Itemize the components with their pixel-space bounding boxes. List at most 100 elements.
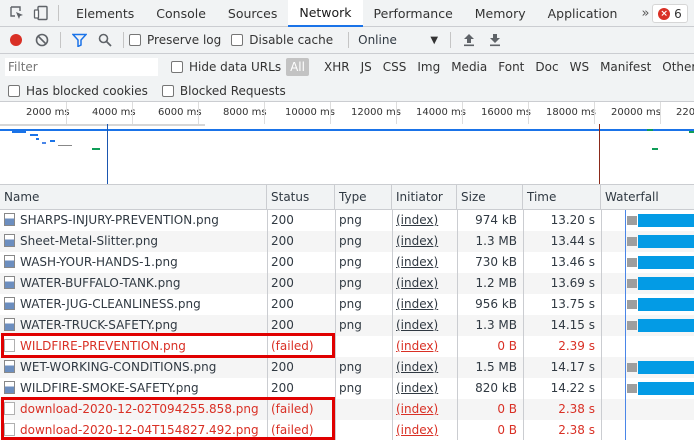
initiator-text[interactable]: (index) — [396, 318, 438, 332]
initiator-text[interactable]: (index) — [396, 276, 438, 290]
export-har-button[interactable] — [482, 27, 508, 53]
cell-name[interactable]: WATER-BUFFALO-TANK.png — [0, 273, 267, 294]
type-filter-js[interactable]: JS — [357, 58, 376, 76]
table-row[interactable]: WILDFIRE-SMOKE-SAFETY.png 200 png (index) 82… — [0, 378, 694, 399]
search-button[interactable] — [92, 27, 118, 53]
cell-name[interactable]: download-2020-12-02T094255.858.png — [0, 399, 267, 420]
cell-initiator[interactable]: (index) — [392, 210, 457, 231]
table-row[interactable]: SHARPS-INJURY-PREVENTION.png 200 png (index… — [0, 210, 694, 231]
error-count-badge[interactable]: × 6 — [652, 4, 688, 23]
tab-sources[interactable]: Sources — [217, 0, 288, 27]
type-filter-css[interactable]: CSS — [379, 58, 411, 76]
cell-name[interactable]: WATER-JUG-CLEANLINESS.png — [0, 294, 267, 315]
tab-performance[interactable]: Performance — [363, 0, 464, 27]
cell-initiator[interactable]: (index) — [392, 378, 457, 399]
type-filter-img[interactable]: Img — [413, 58, 444, 76]
cell-waterfall[interactable] — [601, 294, 694, 315]
cell-waterfall[interactable] — [601, 210, 694, 231]
initiator-text[interactable]: (index) — [396, 297, 438, 311]
table-row[interactable]: download-2020-12-02T094255.858.png (faile… — [0, 399, 694, 420]
cell-waterfall[interactable] — [601, 336, 694, 357]
table-row[interactable]: WATER-TRUCK-SAFETY.png 200 png (index) 1.3 M… — [0, 315, 694, 336]
type-filter-xhr[interactable]: XHR — [320, 58, 354, 76]
initiator-text[interactable]: (index) — [396, 402, 438, 416]
filter-input[interactable] — [4, 57, 159, 77]
checkbox-box[interactable] — [8, 84, 20, 97]
record-button[interactable] — [3, 27, 29, 53]
cell-name[interactable]: Sheet-Metal-Slitter.png — [0, 231, 267, 252]
column-header-name[interactable]: Name — [0, 185, 267, 210]
cell-initiator[interactable]: (index) — [392, 315, 457, 336]
cell-name[interactable]: SHARPS-INJURY-PREVENTION.png — [0, 210, 267, 231]
table-row[interactable]: Sheet-Metal-Slitter.png 200 png (index) 1.3 … — [0, 231, 694, 252]
tab-elements[interactable]: Elements — [65, 0, 145, 27]
inspect-element-icon[interactable] — [6, 2, 28, 24]
cell-initiator[interactable]: (index) — [392, 357, 457, 378]
cell-name[interactable]: WILDFIRE-PREVENTION.png — [0, 336, 267, 357]
table-row[interactable]: WET-WORKING-CONDITIONS.png 200 png (index) 1… — [0, 357, 694, 378]
hide-data-urls-checkbox[interactable]: Hide data URLs — [171, 60, 281, 74]
cell-initiator[interactable]: (index) — [392, 252, 457, 273]
cell-initiator[interactable]: (index) — [392, 399, 457, 420]
cell-initiator[interactable]: (index) — [392, 336, 457, 357]
type-filter-other[interactable]: Other — [658, 58, 694, 76]
initiator-text[interactable]: (index) — [396, 423, 438, 437]
cell-name[interactable]: WASH-YOUR-HANDS-1.png — [0, 252, 267, 273]
cell-waterfall[interactable] — [601, 273, 694, 294]
tab-network[interactable]: Network — [288, 0, 363, 27]
checkbox-box[interactable] — [231, 34, 244, 46]
tab-application[interactable]: Application — [537, 0, 629, 27]
clear-button[interactable] — [29, 27, 55, 53]
column-header-size[interactable]: Size — [457, 185, 523, 210]
tab-console[interactable]: Console — [145, 0, 217, 27]
initiator-text[interactable]: (index) — [396, 339, 438, 353]
cell-name[interactable]: WET-WORKING-CONDITIONS.png — [0, 357, 267, 378]
column-header-status[interactable]: Status — [267, 185, 335, 210]
cell-name[interactable]: WATER-TRUCK-SAFETY.png — [0, 315, 267, 336]
cell-waterfall[interactable] — [601, 420, 694, 440]
cell-initiator[interactable]: (index) — [392, 273, 457, 294]
checkbox-box[interactable] — [161, 84, 174, 97]
blocked-requests-checkbox[interactable]: Blocked Requests — [161, 84, 286, 98]
column-header-time[interactable]: Time — [523, 185, 601, 210]
tab-memory[interactable]: Memory — [464, 0, 537, 27]
type-filter-all[interactable]: All — [286, 58, 309, 76]
cell-name[interactable]: download-2020-12-04T154827.492.png — [0, 420, 267, 440]
cell-initiator[interactable]: (index) — [392, 420, 457, 440]
type-filter-media[interactable]: Media — [447, 58, 491, 76]
column-header-type[interactable]: Type — [335, 185, 392, 210]
type-filter-manifest[interactable]: Manifest — [596, 58, 655, 76]
column-header-initiator[interactable]: Initiator — [392, 185, 457, 210]
cell-waterfall[interactable] — [601, 357, 694, 378]
import-har-button[interactable] — [456, 27, 482, 53]
cell-initiator[interactable]: (index) — [392, 294, 457, 315]
cell-name[interactable]: WILDFIRE-SMOKE-SAFETY.png — [0, 378, 267, 399]
type-filter-ws[interactable]: WS — [566, 58, 593, 76]
filter-button[interactable] — [66, 27, 92, 53]
throttling-select[interactable]: Online ▼ — [358, 33, 438, 47]
initiator-text[interactable]: (index) — [396, 360, 438, 374]
table-row[interactable]: WATER-BUFFALO-TANK.png 200 png (index) 1.2 M… — [0, 273, 694, 294]
network-overview-timeline[interactable]: 2000 ms 4000 ms 6000 ms 8000 ms 10000 ms… — [0, 102, 694, 185]
cell-waterfall[interactable] — [601, 231, 694, 252]
initiator-text[interactable]: (index) — [396, 381, 438, 395]
cell-initiator[interactable]: (index) — [392, 231, 457, 252]
checkbox-box[interactable] — [171, 61, 183, 73]
preserve-log-checkbox[interactable]: Preserve log — [129, 33, 221, 47]
table-row[interactable]: download-2020-12-04T154827.492.png (faile… — [0, 420, 694, 440]
type-filter-doc[interactable]: Doc — [531, 58, 562, 76]
cell-waterfall[interactable] — [601, 315, 694, 336]
cell-waterfall[interactable] — [601, 378, 694, 399]
table-row[interactable]: WASH-YOUR-HANDS-1.png 200 png (index) 730 kB… — [0, 252, 694, 273]
initiator-text[interactable]: (index) — [396, 234, 438, 248]
cell-waterfall[interactable] — [601, 399, 694, 420]
initiator-text[interactable]: (index) — [396, 213, 438, 227]
disable-cache-checkbox[interactable]: Disable cache — [231, 33, 333, 47]
table-row[interactable]: WILDFIRE-PREVENTION.png (failed) (index) 0 … — [0, 336, 694, 357]
device-toolbar-icon[interactable] — [30, 2, 52, 24]
has-blocked-cookies-checkbox[interactable]: Has blocked cookies — [8, 84, 148, 98]
checkbox-box[interactable] — [129, 34, 141, 46]
cell-waterfall[interactable] — [601, 252, 694, 273]
table-row[interactable]: WATER-JUG-CLEANLINESS.png 200 png (index) 95… — [0, 294, 694, 315]
type-filter-font[interactable]: Font — [494, 58, 528, 76]
